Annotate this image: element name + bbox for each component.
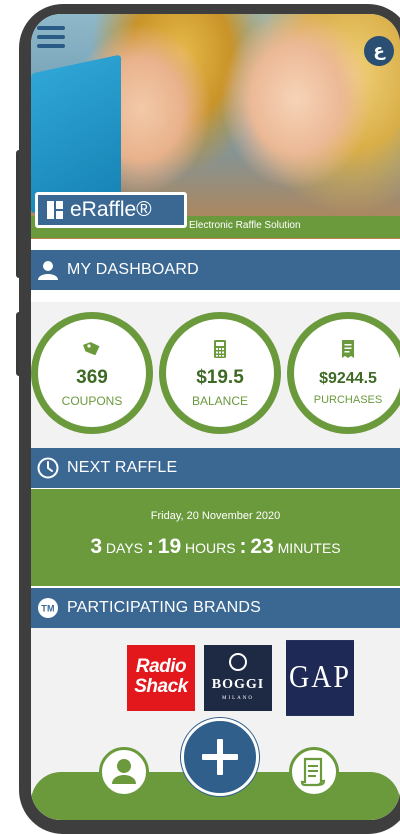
boggi-crest-icon xyxy=(229,653,247,671)
svg-text:TM: TM xyxy=(41,604,54,614)
brand-logo-radioshack[interactable]: Radio Shack xyxy=(127,645,195,711)
days-label: DAYS xyxy=(105,540,144,556)
history-button[interactable] xyxy=(289,747,339,797)
brand-logo-gap[interactable]: GAP xyxy=(286,640,354,716)
balance-value: $19.5 xyxy=(196,367,244,388)
minutes-label: MINUTES xyxy=(277,540,341,556)
balance-label: BALANCE xyxy=(191,394,249,408)
minutes-value: 23 xyxy=(250,535,274,558)
countdown: 3 DAYS : 19 HOURS : 23 MINUTES xyxy=(31,535,400,559)
hours-label: HOURS xyxy=(185,540,236,556)
shopping-bag-graphic xyxy=(31,54,121,214)
coupons-label: COUPONS xyxy=(61,394,123,408)
coupons-value: 369 xyxy=(76,367,108,388)
brand-bar: Electronic Raffle Solution eRaffle® xyxy=(31,192,400,238)
app-logo-text: eRaffle® xyxy=(70,198,152,221)
hours-value: 19 xyxy=(157,535,182,558)
tagline: Electronic Raffle Solution xyxy=(189,220,301,231)
tag-icon xyxy=(83,342,100,356)
plus-icon xyxy=(202,739,238,775)
coupons-stat[interactable]: 369 COUPONS xyxy=(31,312,153,434)
purchases-value: $9244.5 xyxy=(319,370,377,387)
dashboard-stats: 369 COUPONS $19.5 BALANCE $9244.5 PURCHA… xyxy=(31,302,400,448)
language-toggle-button[interactable]: ع xyxy=(364,36,394,66)
raffle-date: Friday, 20 November 2020 xyxy=(150,510,281,522)
brand-logo-boggi[interactable]: BOGGI MILANO xyxy=(204,645,272,711)
purchases-label: PURCHASES xyxy=(313,394,383,406)
balance-stat[interactable]: $19.5 BALANCE xyxy=(159,312,281,434)
app-logo: eRaffle® xyxy=(35,192,187,228)
clock-icon xyxy=(37,457,59,479)
user-icon xyxy=(38,261,58,280)
hamburger-menu-icon[interactable] xyxy=(37,26,65,50)
countdown-separator: : xyxy=(239,535,247,558)
profile-button[interactable] xyxy=(99,747,149,797)
purchases-stat[interactable]: $9244.5 PURCHASES xyxy=(287,312,400,434)
dashboard-title: MY DASHBOARD xyxy=(67,261,199,278)
scroll-icon xyxy=(300,757,326,787)
days-value: 3 xyxy=(90,535,103,558)
app-screen: ع Electronic Raffle Solution eRaffle® MY… xyxy=(31,14,400,820)
countdown-separator: : xyxy=(146,535,154,558)
add-button[interactable] xyxy=(181,718,259,796)
calculator-icon xyxy=(214,340,226,358)
raffle-countdown-panel: Friday, 20 November 2020 3 DAYS : 19 HOU… xyxy=(31,489,400,586)
receipt-icon xyxy=(342,340,354,358)
trademark-icon: TM xyxy=(38,598,58,618)
next-raffle-title: NEXT RAFFLE xyxy=(67,459,178,476)
dashboard-header: MY DASHBOARD xyxy=(31,250,400,290)
logo-mark-icon xyxy=(47,201,63,219)
profile-icon xyxy=(112,759,136,784)
brands-header: TM PARTICIPATING BRANDS xyxy=(31,588,400,628)
brands-title: PARTICIPATING BRANDS xyxy=(67,599,261,616)
next-raffle-header: NEXT RAFFLE xyxy=(31,448,400,488)
